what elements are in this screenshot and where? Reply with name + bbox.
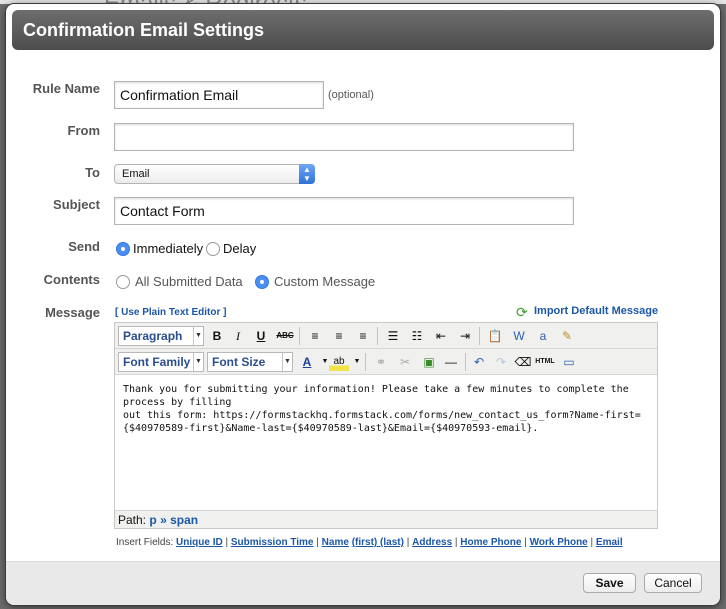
subject-input[interactable]: Contact Form <box>114 197 574 225</box>
editor-toolbar-row-1: Paragraph ▼ B I U ABC ≡ ≡ ≡ ☰ ☷ ⇤ ⇥ 📋 W … <box>115 323 657 349</box>
paragraph-select[interactable]: Paragraph ▼ <box>118 326 204 346</box>
italic-icon[interactable]: I <box>228 327 248 345</box>
chevron-down-icon: ▼ <box>193 353 203 371</box>
rich-text-editor: Paragraph ▼ B I U ABC ≡ ≡ ≡ ☰ ☷ ⇤ ⇥ 📋 W … <box>114 322 658 529</box>
from-label: From <box>67 123 101 138</box>
insert-field-home-phone[interactable]: Home Phone <box>460 537 521 548</box>
redo-icon[interactable]: ↷ <box>491 353 511 371</box>
font-color-icon[interactable]: A <box>297 353 317 371</box>
insert-fields-label: Insert Fields: <box>116 537 174 548</box>
subject-label: Subject <box>53 197 100 212</box>
align-right-icon[interactable]: ≡ <box>353 327 373 345</box>
editor-content-line: out this form: https://formstackhq.forms… <box>123 410 641 421</box>
send-delay-radio[interactable] <box>206 242 220 256</box>
message-label: Message <box>45 305 100 320</box>
editor-content-line: Thank you for submitting your informatio… <box>123 384 629 408</box>
send-immediately-radio[interactable] <box>116 242 130 256</box>
select-arrows-icon: ▲ ▼ <box>299 164 315 184</box>
horizontal-rule-icon[interactable]: — <box>441 353 461 371</box>
path-element-p[interactable]: p <box>149 513 156 527</box>
insert-field-name[interactable]: Name <box>322 537 349 548</box>
undo-icon[interactable]: ↶ <box>469 353 489 371</box>
toolbar-separator <box>299 327 300 345</box>
outdent-icon[interactable]: ⇤ <box>431 327 451 345</box>
insert-field-work-phone[interactable]: Work Phone <box>530 537 588 548</box>
to-label: To <box>85 165 100 180</box>
save-button[interactable]: Save <box>583 573 636 593</box>
send-label: Send <box>68 239 100 254</box>
toolbar-separator <box>479 327 480 345</box>
dialog-title: Confirmation Email Settings <box>23 20 265 40</box>
chevron-down-icon[interactable]: ▼ <box>347 353 367 371</box>
rule-name-input[interactable]: Confirmation Email <box>114 81 324 109</box>
font-family-select-value: Font Family <box>123 355 191 369</box>
paste-word-icon[interactable]: W <box>509 327 529 345</box>
fullscreen-icon[interactable]: ▭ <box>559 353 579 371</box>
insert-field-unique-id[interactable]: Unique ID <box>176 537 223 548</box>
font-family-select[interactable]: Font Family ▼ <box>118 352 204 372</box>
insert-fields-bar: Insert Fields: Unique ID | Submission Ti… <box>116 537 623 548</box>
insert-field-address[interactable]: Address <box>412 537 452 548</box>
chevron-down-icon: ▼ <box>193 327 203 345</box>
toolbar-separator <box>465 353 466 371</box>
contents-custom-message-radio[interactable] <box>255 275 269 289</box>
toolbar-separator <box>365 353 366 371</box>
contents-all-data-radio[interactable] <box>116 275 130 289</box>
numbered-list-icon[interactable]: ☷ <box>407 327 427 345</box>
path-label: Path: <box>118 513 147 527</box>
insert-field-name-parts[interactable]: (first) (last) <box>352 537 404 548</box>
cancel-button[interactable]: Cancel <box>644 573 702 593</box>
to-select[interactable]: Email ▲ ▼ <box>114 164 315 184</box>
paste-icon[interactable]: 📋 <box>485 327 505 345</box>
chevron-down-icon: ▼ <box>282 353 292 371</box>
rule-name-optional-hint: (optional) <box>328 89 374 101</box>
editor-content[interactable]: Thank you for submitting your informatio… <box>123 383 647 435</box>
refresh-icon[interactable]: ⟳ <box>516 304 528 321</box>
font-size-select[interactable]: Font Size ▼ <box>207 352 293 372</box>
align-center-icon[interactable]: ≡ <box>329 327 349 345</box>
path-element-span[interactable]: span <box>170 513 198 527</box>
dialog-footer: Save Cancel <box>6 561 720 605</box>
strikethrough-icon[interactable]: ABC <box>275 327 295 345</box>
align-left-icon[interactable]: ≡ <box>305 327 325 345</box>
send-delay-label[interactable]: Delay <box>223 241 256 256</box>
from-input[interactable] <box>114 123 574 151</box>
rule-name-label: Rule Name <box>32 81 100 96</box>
paragraph-select-value: Paragraph <box>123 329 183 343</box>
confirmation-email-dialog: Confirmation Email Settings Rule Name Co… <box>6 4 720 605</box>
link-icon[interactable]: ⚭ <box>371 353 391 371</box>
contents-label: Contents <box>43 272 100 287</box>
editor-content-line: {$40970589-first}&Name-last={$40970589-l… <box>123 423 539 434</box>
bullet-list-icon[interactable]: ☰ <box>383 327 403 345</box>
html-source-icon[interactable]: HTML <box>535 353 555 371</box>
cleanup-icon[interactable]: ✎ <box>557 327 577 345</box>
send-immediately-label[interactable]: Immediately <box>133 241 203 256</box>
contents-custom-message-label[interactable]: Custom Message <box>274 274 375 289</box>
unlink-icon[interactable]: ✂ <box>395 353 415 371</box>
bold-icon[interactable]: B <box>207 327 227 345</box>
use-plain-text-editor-link[interactable]: [ Use Plain Text Editor ] <box>115 307 227 318</box>
editor-toolbar-row-2: Font Family ▼ Font Size ▼ A ▼ ab ▼ ⚭ ✂ ▣… <box>115 349 657 375</box>
path-separator: » <box>160 513 167 527</box>
insert-field-submission-time[interactable]: Submission Time <box>231 537 314 548</box>
to-select-value: Email <box>122 168 150 180</box>
highlight-icon[interactable]: ab <box>329 353 349 371</box>
remove-format-icon[interactable]: ⌫ <box>513 353 533 371</box>
toolbar-separator <box>377 327 378 345</box>
dialog-titlebar: Confirmation Email Settings <box>12 10 714 50</box>
insert-field-email[interactable]: Email <box>596 537 623 548</box>
contents-all-data-label[interactable]: All Submitted Data <box>135 274 243 289</box>
font-size-select-value: Font Size <box>212 355 266 369</box>
image-icon[interactable]: ▣ <box>419 353 439 371</box>
paste-text-icon[interactable]: a <box>533 327 553 345</box>
underline-icon[interactable]: U <box>251 327 271 345</box>
indent-icon[interactable]: ⇥ <box>455 327 475 345</box>
import-default-message-link[interactable]: Import Default Message <box>534 305 658 317</box>
editor-path-bar: Path: p » span <box>115 510 657 528</box>
